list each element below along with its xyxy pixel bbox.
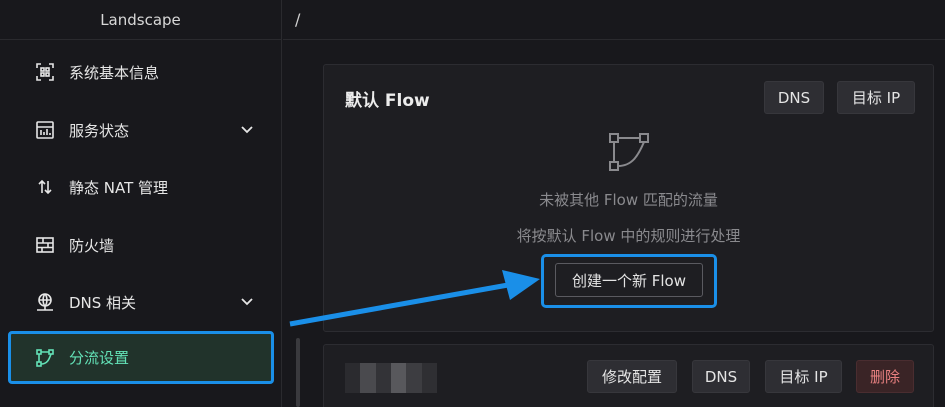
sidebar-item-static-nat[interactable]: 静态 NAT 管理 bbox=[8, 162, 274, 212]
brand-title: Landscape bbox=[0, 0, 281, 40]
firewall-icon bbox=[35, 235, 55, 255]
status-panel-icon bbox=[35, 120, 55, 140]
sidebar-item-firewall[interactable]: 防火墙 bbox=[8, 220, 274, 270]
flow-split-icon bbox=[35, 348, 55, 368]
sidebar-item-label: 防火墙 bbox=[69, 236, 115, 255]
dns-button[interactable]: DNS bbox=[692, 360, 750, 393]
sidebar-item-flow-settings[interactable]: 分流设置 bbox=[8, 331, 274, 384]
sidebar-item-label: 服务状态 bbox=[69, 121, 130, 140]
target-ip-button[interactable]: 目标 IP bbox=[765, 360, 842, 393]
dns-button[interactable]: DNS bbox=[764, 81, 824, 114]
edit-config-button[interactable]: 修改配置 bbox=[587, 360, 677, 393]
flow-card: 修改配置 DNS 目标 IP 删除 bbox=[323, 344, 934, 407]
chevron-down-icon[interactable] bbox=[240, 122, 254, 136]
updown-arrows-icon bbox=[35, 177, 55, 197]
sidebar-item-label: 系统基本信息 bbox=[69, 63, 160, 82]
breadcrumb-path[interactable]: / bbox=[295, 10, 300, 29]
empty-message-line2: 将按默认 Flow 中的规则进行处理 bbox=[516, 227, 741, 245]
create-flow-button[interactable]: 创建一个新 Flow bbox=[555, 263, 703, 297]
chevron-down-icon[interactable] bbox=[240, 294, 254, 308]
flow-name-obscured bbox=[345, 363, 437, 393]
target-ip-button[interactable]: 目标 IP bbox=[837, 81, 915, 114]
sidebar-item-label: 分流设置 bbox=[69, 349, 130, 367]
sidebar-item-service-status[interactable]: 服务状态 bbox=[8, 105, 274, 155]
dns-globe-icon bbox=[35, 292, 55, 312]
default-flow-card: 默认 Flow DNS 目标 IP 未被其他 Flow 匹配的流量 将按默认 F… bbox=[323, 64, 934, 332]
empty-message-line1: 未被其他 Flow 匹配的流量 bbox=[539, 191, 718, 209]
delete-button[interactable]: 删除 bbox=[856, 360, 914, 393]
sidebar-item-label: 静态 NAT 管理 bbox=[69, 178, 169, 197]
sidebar-item-dns[interactable]: DNS 相关 bbox=[8, 277, 274, 327]
card-title: 默认 Flow bbox=[345, 91, 430, 111]
sidebar-scrollbar[interactable] bbox=[296, 338, 300, 407]
dashboard-icon bbox=[35, 62, 55, 82]
sidebar-item-system-info[interactable]: 系统基本信息 bbox=[8, 47, 274, 97]
breadcrumb: / bbox=[283, 0, 945, 40]
sidebar-item-label: DNS 相关 bbox=[69, 293, 137, 312]
sidebar: Landscape 系统基本信息 服务状态 静态 NAT 管理 防火墙 DNS … bbox=[0, 0, 282, 407]
flow-split-icon bbox=[609, 133, 649, 171]
